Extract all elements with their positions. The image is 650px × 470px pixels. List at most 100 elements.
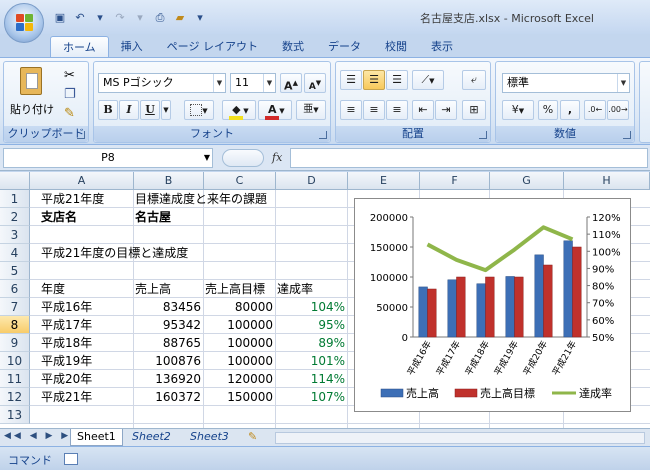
cell-year[interactable]: 平成16年 bbox=[38, 298, 95, 316]
clipboard-launcher-icon[interactable] bbox=[77, 131, 85, 139]
underline-dropdown-button[interactable]: ▼ bbox=[161, 100, 171, 120]
cell-a4[interactable]: 平成21年度の目標と達成度 bbox=[38, 244, 191, 262]
fill-color-button[interactable]: ◆ ▼ bbox=[222, 100, 256, 120]
comma-button[interactable]: , bbox=[560, 100, 580, 120]
align-middle-button[interactable]: ☰ bbox=[363, 70, 385, 90]
sheet-tab-1[interactable]: Sheet1 bbox=[70, 429, 123, 446]
number-launcher-icon[interactable] bbox=[623, 131, 631, 139]
tab-insert[interactable]: 挿入 bbox=[109, 36, 155, 57]
sheet-tab-3[interactable]: Sheet3 bbox=[184, 429, 235, 446]
increase-indent-button[interactable]: ⇥ bbox=[435, 100, 457, 120]
italic-button[interactable]: I bbox=[119, 100, 139, 120]
combo-chart[interactable]: 0 50000 100000 150000 200000 50% 60% 70% 80% 90% 1… bbox=[354, 198, 631, 412]
redo-dropdown-icon[interactable]: ▾ bbox=[132, 10, 148, 26]
insert-sheet-icon[interactable]: ✎ bbox=[242, 429, 263, 446]
borders-button[interactable]: ▼ bbox=[184, 100, 214, 120]
cell-b2[interactable]: 名古屋 bbox=[132, 208, 174, 226]
cell-sales[interactable]: 95342 bbox=[132, 316, 204, 334]
cell-rate[interactable]: 101% bbox=[276, 352, 348, 370]
sheet-tab-2[interactable]: Sheet2 bbox=[126, 429, 177, 446]
row-header-5[interactable]: 5 bbox=[0, 262, 30, 280]
cell-sales[interactable]: 83456 bbox=[132, 298, 204, 316]
alignment-launcher-icon[interactable] bbox=[479, 131, 487, 139]
row-header-1[interactable]: 1 bbox=[0, 190, 30, 208]
undo-icon[interactable]: ↶ bbox=[72, 10, 88, 26]
phonetic-button[interactable]: 亜▼ bbox=[296, 100, 326, 120]
cell-target[interactable]: 100000 bbox=[204, 334, 276, 352]
tab-home[interactable]: ホーム bbox=[50, 36, 109, 57]
tab-formulas[interactable]: 数式 bbox=[270, 36, 316, 57]
horizontal-scrollbar[interactable] bbox=[275, 432, 645, 444]
currency-button[interactable]: ¥▼ bbox=[502, 100, 534, 120]
row-header-4[interactable]: 4 bbox=[0, 244, 30, 262]
font-launcher-icon[interactable] bbox=[319, 131, 327, 139]
select-all-corner[interactable] bbox=[0, 172, 30, 190]
cell-d6[interactable]: 達成率 bbox=[274, 280, 316, 298]
print-preview-icon[interactable]: ⎙ bbox=[152, 10, 168, 26]
macro-record-icon[interactable] bbox=[64, 453, 78, 465]
row-header-13[interactable]: 13 bbox=[0, 406, 30, 424]
row-header-6[interactable]: 6 bbox=[0, 280, 30, 298]
copy-icon[interactable]: ❐ bbox=[64, 87, 76, 102]
cell-year[interactable]: 平成18年 bbox=[38, 334, 95, 352]
cell-target[interactable]: 100000 bbox=[204, 316, 276, 334]
paste-button[interactable]: 貼り付け bbox=[8, 65, 56, 123]
font-name-combo[interactable]: MS Pゴシック ▼ bbox=[98, 73, 226, 93]
customize-qat-icon[interactable]: ▾ bbox=[192, 10, 208, 26]
row-header-2[interactable]: 2 bbox=[0, 208, 30, 226]
font-color-button[interactable]: A ▼ bbox=[258, 100, 292, 120]
bold-button[interactable]: B bbox=[98, 100, 118, 120]
cell-year[interactable]: 平成19年 bbox=[38, 352, 95, 370]
cell-b6[interactable]: 売上高 bbox=[132, 280, 174, 298]
row-header-12[interactable]: 12 bbox=[0, 388, 30, 406]
cell-sales[interactable]: 136920 bbox=[132, 370, 204, 388]
cell-rate[interactable]: 95% bbox=[276, 316, 348, 334]
column-header-e[interactable]: E bbox=[348, 172, 420, 190]
cell-a6[interactable]: 年度 bbox=[38, 280, 68, 298]
cell-year[interactable]: 平成21年 bbox=[38, 388, 95, 406]
cell-sales[interactable]: 100876 bbox=[132, 352, 204, 370]
name-box[interactable]: P8 ▼ bbox=[3, 148, 213, 168]
cell-sales[interactable]: 160372 bbox=[132, 388, 204, 406]
cell-sales[interactable]: 88765 bbox=[132, 334, 204, 352]
cell-year[interactable]: 平成17年 bbox=[38, 316, 95, 334]
formula-input[interactable] bbox=[290, 148, 648, 168]
office-button[interactable] bbox=[4, 3, 44, 43]
cell-year[interactable]: 平成20年 bbox=[38, 370, 95, 388]
column-header-d[interactable]: D bbox=[276, 172, 348, 190]
cell-b1[interactable]: 目標達成度と来年の課題 bbox=[132, 190, 270, 208]
formula-bar-expander[interactable] bbox=[222, 149, 264, 167]
column-header-c[interactable]: C bbox=[204, 172, 276, 190]
cut-icon[interactable]: ✂ bbox=[64, 68, 75, 83]
format-painter-icon[interactable]: ✎ bbox=[64, 106, 75, 121]
tab-data[interactable]: データ bbox=[316, 36, 373, 57]
cell-target[interactable]: 120000 bbox=[204, 370, 276, 388]
worksheet-grid[interactable]: A B C D E F G H 1 2 3 4 5 6 7 8 9 10 11 … bbox=[0, 172, 650, 428]
open-icon[interactable]: ▰ bbox=[172, 10, 188, 26]
wrap-text-button[interactable]: ⤶ bbox=[462, 70, 486, 90]
cell-a1[interactable]: 平成21年度 bbox=[38, 190, 107, 208]
underline-button[interactable]: U bbox=[140, 100, 160, 120]
font-size-combo[interactable]: 11 ▼ bbox=[230, 73, 276, 93]
row-header-8[interactable]: 8 bbox=[0, 316, 30, 334]
cell-rate[interactable]: 104% bbox=[276, 298, 348, 316]
save-icon[interactable]: ▣ bbox=[52, 10, 68, 26]
grow-font-button[interactable]: A▲ bbox=[280, 73, 302, 93]
cell-c6[interactable]: 売上高目標 bbox=[202, 280, 276, 298]
row-header-11[interactable]: 11 bbox=[0, 370, 30, 388]
row-header-9[interactable]: 9 bbox=[0, 334, 30, 352]
decrease-indent-button[interactable]: ⇤ bbox=[412, 100, 434, 120]
tab-view[interactable]: 表示 bbox=[419, 36, 465, 57]
align-bottom-button[interactable]: ☰ bbox=[386, 70, 408, 90]
column-header-f[interactable]: F bbox=[420, 172, 490, 190]
column-header-h[interactable]: H bbox=[564, 172, 650, 190]
percent-button[interactable]: % bbox=[538, 100, 558, 120]
increase-decimal-button[interactable]: .0← bbox=[584, 100, 606, 120]
row-header-3[interactable]: 3 bbox=[0, 226, 30, 244]
align-top-button[interactable]: ☰ bbox=[340, 70, 362, 90]
insert-function-icon[interactable]: fx bbox=[272, 151, 282, 164]
orientation-button[interactable]: ⟋▼ bbox=[412, 70, 444, 90]
redo-icon[interactable]: ↷ bbox=[112, 10, 128, 26]
merge-center-button[interactable]: ⊞ bbox=[462, 100, 486, 120]
undo-dropdown-icon[interactable]: ▾ bbox=[92, 10, 108, 26]
